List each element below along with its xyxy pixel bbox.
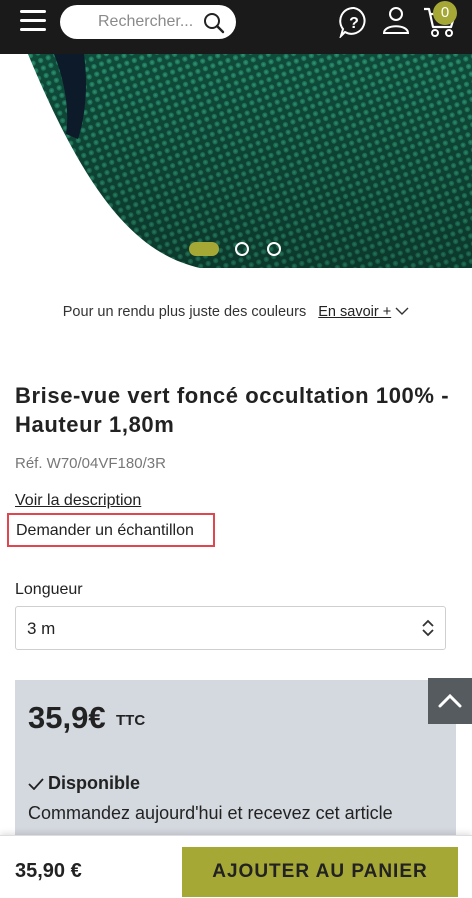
request-sample-label: Demander un échantillon <box>16 522 194 539</box>
add-to-cart-button[interactable]: AJOUTER AU PANIER <box>182 847 458 897</box>
carousel-dots <box>0 240 472 258</box>
cart-count-badge[interactable]: 0 <box>433 1 457 25</box>
menu-icon[interactable] <box>20 10 46 34</box>
chevron-down-icon[interactable] <box>395 306 409 316</box>
help-icon[interactable]: ? <box>338 6 370 38</box>
search-icon[interactable] <box>203 12 225 34</box>
tax-label: TTC <box>116 712 146 729</box>
bottom-price: 35,90 € <box>15 860 82 882</box>
product-price: 35,9€ <box>28 700 106 735</box>
availability-status: Disponible <box>28 773 140 794</box>
carousel-dot-1[interactable] <box>189 242 219 256</box>
check-icon <box>28 778 44 791</box>
svg-text:?: ? <box>349 15 359 32</box>
select-arrows-icon <box>422 619 434 637</box>
search-input[interactable]: Rechercher... <box>98 13 193 31</box>
product-title: Brise-vue vert foncé occultation 100% - … <box>15 383 450 437</box>
carousel-dot-3[interactable] <box>267 242 281 256</box>
product-image[interactable] <box>0 54 472 268</box>
bottom-bar: 35,90 € AJOUTER AU PANIER <box>0 835 472 898</box>
search-bar[interactable]: Rechercher... <box>60 5 236 39</box>
view-description-link[interactable]: Voir la description <box>15 492 141 510</box>
length-selected-value: 3 m <box>27 619 56 638</box>
learn-more-link[interactable]: En savoir + <box>318 304 391 320</box>
price-box: 35,9€ TTC Disponible Commandez aujourd'h… <box>15 680 456 840</box>
top-bar: Rechercher... ? 0 <box>0 0 472 54</box>
delivery-text: Commandez aujourd'hui et recevez cet art… <box>28 803 393 823</box>
product-reference: Réf. W70/04VF180/3R <box>15 455 166 472</box>
length-select[interactable]: 3 m <box>15 606 446 650</box>
colors-note-text: Pour un rendu plus juste des couleurs <box>62 304 307 320</box>
user-icon[interactable] <box>381 5 411 35</box>
carousel-dot-2[interactable] <box>235 242 249 256</box>
chevron-up-icon <box>438 693 462 708</box>
scroll-to-top-button[interactable] <box>428 678 472 724</box>
colors-note: Pour un rendu plus juste des couleurs En… <box>0 304 472 320</box>
request-sample-link[interactable]: Demander un échantillon <box>7 513 215 547</box>
length-label: Longueur <box>15 581 83 598</box>
